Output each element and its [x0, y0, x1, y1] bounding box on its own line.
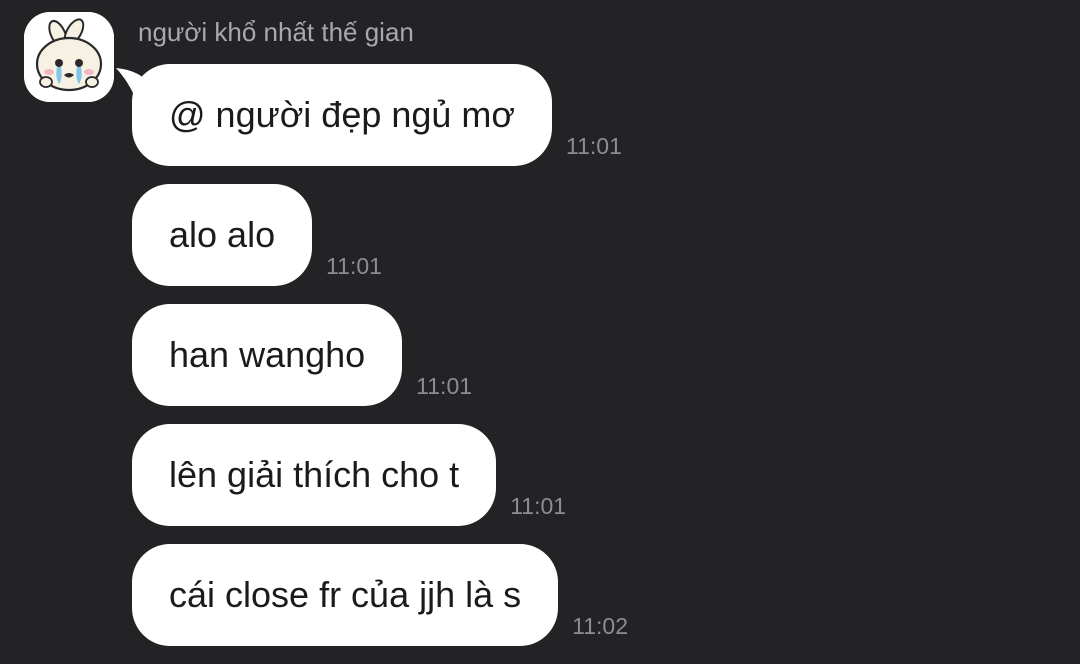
- message-time: 11:01: [416, 373, 473, 399]
- message-time: 11:02: [572, 613, 629, 639]
- message-bubble[interactable]: cái close fr của jjh là s: [132, 544, 559, 646]
- message-bubble[interactable]: @ người đẹp ngủ mơ: [132, 64, 553, 166]
- message-row: cái close fr của jjh là s 11:02: [132, 544, 628, 646]
- message-row: @ người đẹp ngủ mơ 11:01: [132, 64, 622, 166]
- message-bubble[interactable]: alo alo: [132, 184, 313, 286]
- sender-avatar[interactable]: [24, 12, 114, 102]
- message-row: han wangho 11:01: [132, 304, 472, 406]
- sender-name: người khổ nhất thế gian: [138, 17, 414, 47]
- message-time: 11:01: [510, 493, 567, 519]
- message-time: 11:01: [326, 253, 382, 279]
- message-time: 11:01: [566, 133, 622, 159]
- message-row: alo alo 11:01: [132, 184, 382, 286]
- chat-screen: người khổ nhất thế gian @ người đẹp ngủ …: [0, 0, 1080, 664]
- message-bubble[interactable]: lên giải thích cho t: [132, 424, 497, 526]
- message-bubble[interactable]: han wangho: [132, 304, 403, 406]
- crying-bunny-avatar-icon: [24, 12, 114, 102]
- message-row: lên giải thích cho t 11:01: [132, 424, 566, 526]
